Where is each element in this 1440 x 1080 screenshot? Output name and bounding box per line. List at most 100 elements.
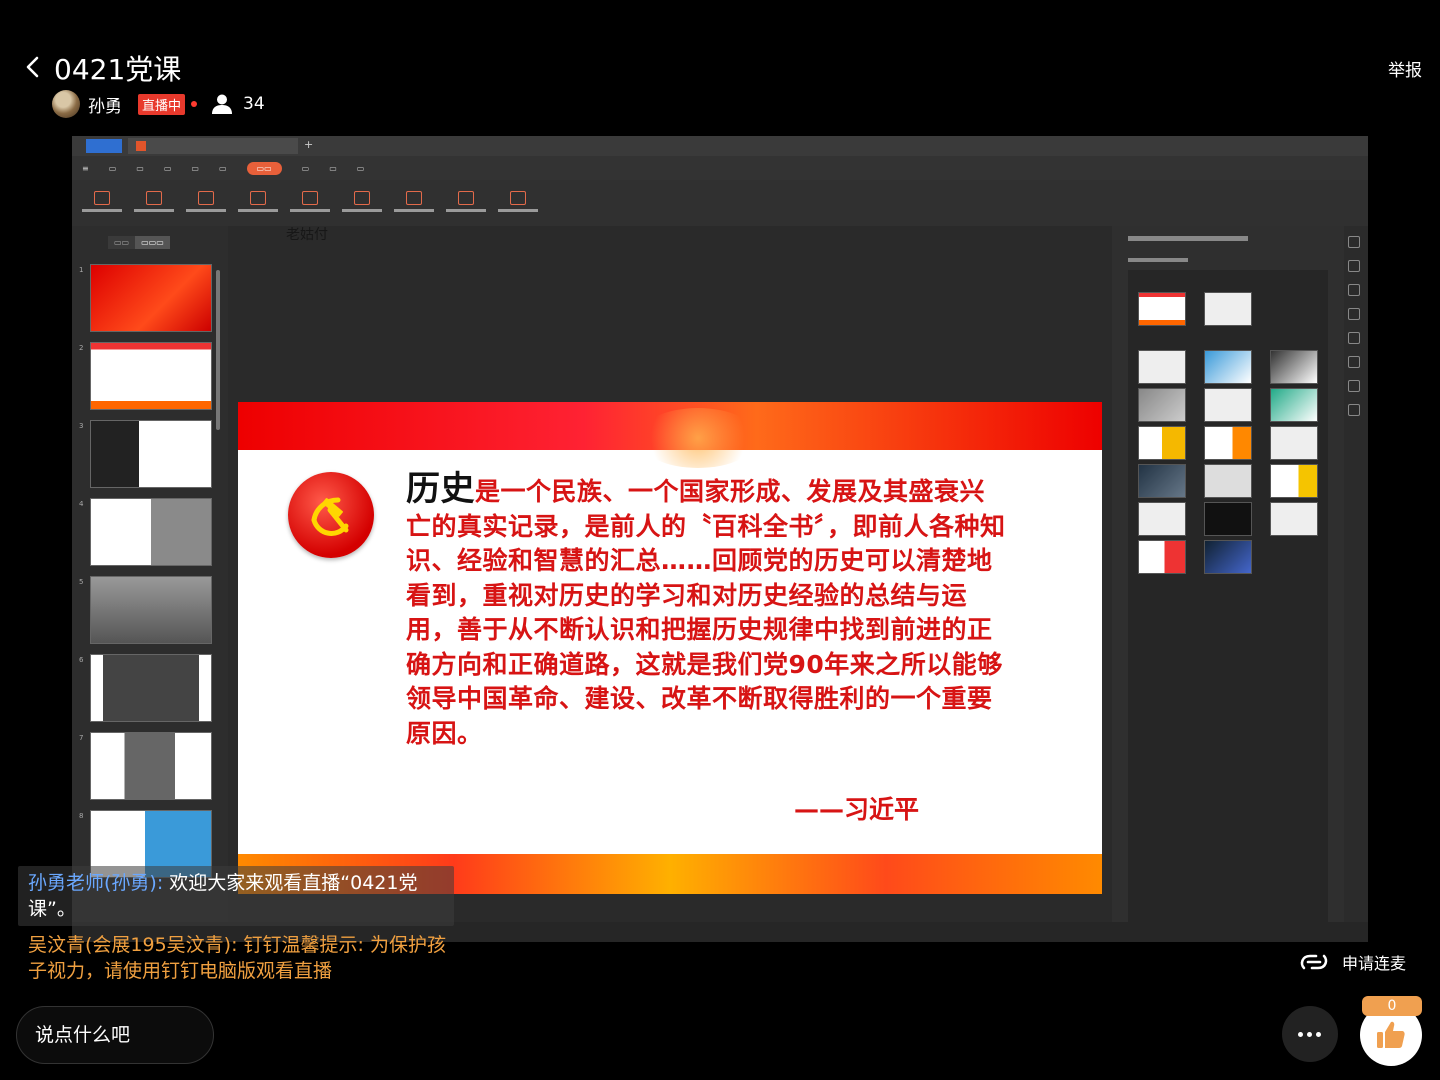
slide-thumbnail-pane: ▭▭ ▭▭▭ 1 2 3 4 5 6 7 8 — [72, 226, 228, 942]
file-icon — [136, 141, 146, 151]
party-emblem-icon — [288, 472, 374, 558]
menu-item: ▭ — [136, 163, 144, 173]
live-badge: 直播中 — [138, 93, 186, 115]
document-tab — [128, 138, 298, 154]
design-pane-header — [1128, 236, 1248, 241]
template-thumbnail — [1138, 502, 1186, 536]
template-thumbnail — [1138, 426, 1186, 460]
ribbon-button — [130, 180, 178, 222]
hammer-sickle-icon — [311, 497, 349, 536]
current-slide: 历史是一个民族、一个国家形成、发展及其盛衰兴亡的真实记录，是前人的〝百科全书〞，… — [238, 402, 1102, 894]
viewer-count: 34 — [243, 94, 265, 114]
template-thumbnail — [1204, 540, 1252, 574]
tool-icon — [1348, 356, 1360, 368]
ribbon-icon — [250, 190, 266, 205]
ribbon-icon — [302, 190, 318, 205]
tool-icon — [1348, 380, 1360, 392]
menu-item: ▭ — [329, 163, 337, 173]
thumbs-up-icon — [1377, 1021, 1405, 1048]
request-mic-button[interactable]: 申请连麦 — [1298, 946, 1406, 978]
request-mic-label: 申请连麦 — [1342, 954, 1407, 973]
ribbon-icon — [94, 190, 110, 205]
menu-item: ▭ — [108, 163, 117, 173]
template-gallery — [1128, 270, 1328, 930]
host-name[interactable]: 孙勇 — [88, 92, 122, 117]
thumb-number: 2 — [79, 344, 84, 352]
ribbon-button — [234, 180, 282, 222]
design-pane-subheader — [1128, 258, 1188, 262]
menu-item: ▭ — [218, 163, 227, 173]
plus-icon: + — [304, 138, 314, 151]
ribbon-icon — [458, 190, 474, 205]
slide-thumbnail — [90, 576, 212, 644]
like-button[interactable]: 0 — [1360, 996, 1424, 1068]
template-thumbnail — [1138, 540, 1186, 574]
ribbon-button — [182, 180, 230, 222]
ribbon-button — [78, 180, 126, 222]
live-dot — [191, 101, 198, 107]
chevron-left-icon — [26, 56, 39, 78]
thumb-number: 7 — [79, 734, 84, 742]
template-thumbnail — [1270, 464, 1318, 498]
like-count: 0 — [1362, 996, 1422, 1016]
menu-item: ▭ — [301, 163, 310, 173]
slide-thumbnail — [90, 264, 212, 332]
design-pane — [1112, 226, 1344, 942]
back-button[interactable] — [18, 52, 48, 82]
app-tabbar: + — [72, 136, 1368, 156]
pane-tabs: ▭▭ ▭▭▭ — [108, 236, 170, 249]
comment-input[interactable]: 说点什么吧 — [16, 1006, 214, 1064]
ribbon-icon — [354, 190, 370, 205]
ribbon-button — [442, 180, 490, 222]
chat-comment: 孙勇老师(孙勇): 欢迎大家来观看直播“0421党课”。 — [18, 866, 454, 926]
template-thumbnail — [1270, 350, 1318, 384]
slide-top-banner — [238, 402, 1102, 468]
thumb-number: 8 — [79, 812, 84, 820]
template-thumbnail — [1138, 388, 1186, 422]
report-button[interactable]: 举报 — [1388, 56, 1422, 81]
tool-icon — [1348, 260, 1360, 272]
more-button[interactable] — [1282, 1006, 1338, 1062]
template-thumbnail — [1204, 502, 1252, 536]
template-thumbnail — [1270, 502, 1318, 536]
template-thumbnail — [1138, 464, 1186, 498]
host-avatar[interactable] — [52, 90, 80, 118]
thumbnail-scrollbar — [216, 270, 220, 430]
ribbon-button — [338, 180, 386, 222]
template-thumbnail — [1204, 426, 1252, 460]
ribbon-icon — [146, 190, 162, 205]
template-thumbnail — [1204, 464, 1252, 498]
ribbon-icon — [510, 190, 526, 205]
slide-thumbnail — [90, 732, 212, 800]
ribbon-icon — [406, 190, 422, 205]
thumb-number: 3 — [79, 422, 84, 430]
home-tab — [86, 139, 122, 153]
slide-thumbnail — [90, 420, 212, 488]
comment-user: 孙勇老师(孙勇): — [28, 872, 164, 894]
slide-quote: 历史是一个民族、一个国家形成、发展及其盛衰兴亡的真实记录，是前人的〝百科全书〞，… — [406, 472, 1006, 751]
template-thumbnail — [1270, 426, 1318, 460]
app-ribbon — [72, 180, 1368, 226]
template-thumbnail — [1204, 388, 1252, 422]
side-toolbar — [1348, 236, 1362, 428]
tool-icon — [1348, 332, 1360, 344]
thumb-number: 1 — [79, 266, 84, 274]
link-mic-icon — [1300, 954, 1328, 970]
behind-text: 老姑付 — [286, 227, 328, 243]
tool-icon — [1348, 236, 1360, 248]
tool-icon — [1348, 308, 1360, 320]
app-menubar: ≡ ▭ ▭ ▭ ▭ ▭ ▭▭ ▭ ▭ ▭ — [72, 156, 1368, 180]
tool-icon — [1348, 404, 1360, 416]
ribbon-button — [286, 180, 334, 222]
template-thumbnail — [1270, 388, 1318, 422]
template-thumbnail — [1138, 350, 1186, 384]
tool-icon — [1348, 284, 1360, 296]
host-info: 孙勇 直播中 34 — [52, 88, 265, 120]
dot — [1307, 1032, 1312, 1037]
ribbon-icon — [198, 190, 214, 205]
ribbon-button — [494, 180, 542, 222]
dot — [1298, 1032, 1303, 1037]
slide-thumbnail — [90, 498, 212, 566]
menu-item: ≡ — [82, 163, 89, 173]
screen-share-video[interactable]: + ≡ ▭ ▭ ▭ ▭ ▭ ▭▭ ▭ ▭ ▭ ▭▭▭▭▭ 1 2 3 4 5 — [72, 136, 1368, 942]
